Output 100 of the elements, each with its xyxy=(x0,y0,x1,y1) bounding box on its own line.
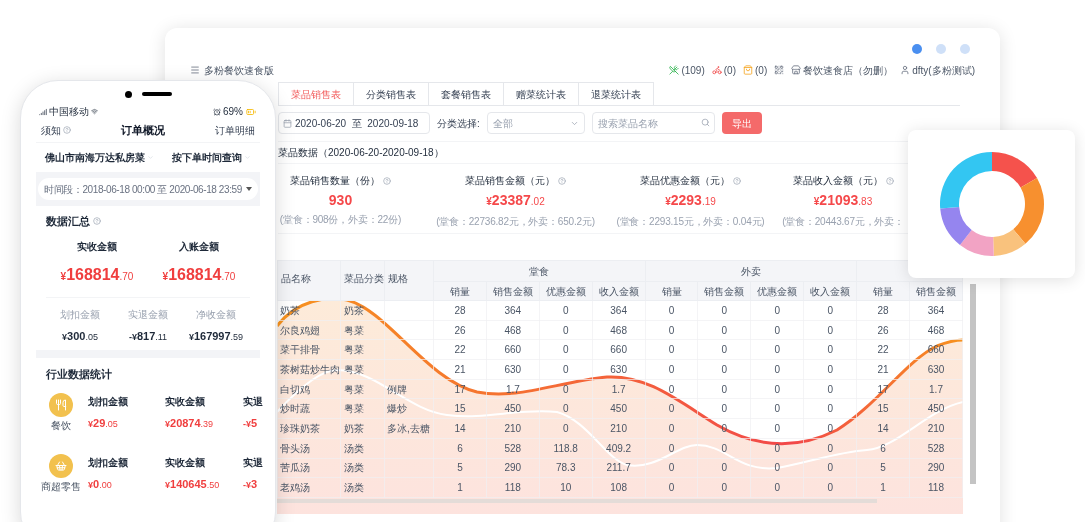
alarm-icon xyxy=(213,107,221,116)
table-cell: 450 xyxy=(504,403,522,415)
vertical-scrollbar[interactable] xyxy=(970,284,976,484)
table-cell: 28 xyxy=(877,304,889,316)
table-cell: 0 xyxy=(668,383,675,395)
column-header: 销售金额 xyxy=(916,285,956,297)
table-cell: 528 xyxy=(504,442,522,454)
table-cell: 468 xyxy=(927,324,945,336)
store-dropdown[interactable]: 佛山市南海万达私房菜 xyxy=(45,150,154,165)
menu-icon[interactable] xyxy=(190,65,200,75)
user-header-button[interactable]: dfty(多粉测试) xyxy=(900,62,975,78)
query-mode-dropdown[interactable]: 按下单时间查询 xyxy=(172,150,251,165)
amount-label: 实退金额 xyxy=(128,308,168,321)
column-header: 收入金额 xyxy=(598,285,639,297)
table-cell: 17 xyxy=(454,383,466,395)
table-cell: 0 xyxy=(668,403,675,415)
table-cell: 骨头汤 xyxy=(280,442,310,454)
table-cell: 6 xyxy=(457,442,463,454)
search-icon xyxy=(700,118,710,127)
table-cell: 660 xyxy=(927,344,945,356)
table-cell: 468 xyxy=(504,324,522,336)
scooter-header-button[interactable]: (0) xyxy=(711,62,736,78)
table-cell: 茶树菇炒牛肉 xyxy=(280,363,340,375)
table-cell: 630 xyxy=(504,363,522,375)
table-cell: 14 xyxy=(877,422,889,434)
column-header: 优惠金额 xyxy=(545,285,586,297)
table-cell: 0 xyxy=(774,442,781,454)
table-cell: 364 xyxy=(504,304,522,316)
notice-link[interactable]: 须知 xyxy=(41,122,61,138)
table-cell: 苦瓜汤 xyxy=(280,462,310,474)
table-cell: 0 xyxy=(774,383,781,395)
table-cell: 0 xyxy=(562,383,569,395)
table-cell: 0 xyxy=(721,442,728,454)
table-cell: 0 xyxy=(774,462,781,474)
table-cell: 660 xyxy=(504,344,522,356)
table-cell: 0 xyxy=(721,422,728,434)
info-icon xyxy=(93,217,101,225)
table-cell: 0 xyxy=(774,422,781,434)
table-cell: 290 xyxy=(927,462,945,474)
table-cell: 630 xyxy=(610,363,627,375)
column-header: 销售金额 xyxy=(704,285,745,297)
stat-value: ¥2293.19 xyxy=(665,192,716,210)
date-range-field[interactable]: 2020-06-20 至 2020-09-18 xyxy=(278,112,430,134)
table-cell: 白切鸡 xyxy=(280,383,310,395)
table-cell: 290 xyxy=(504,462,522,474)
table-cell: 10 xyxy=(560,482,572,494)
table-cell: 0 xyxy=(721,344,728,356)
time-range-dropdown[interactable]: 时间段：2018-06-18 00:00 至 2020-06-18 23:59 xyxy=(38,178,258,200)
table-cell: 21 xyxy=(454,363,466,375)
amount-value: -¥817.11 xyxy=(128,329,168,344)
metric-label: 划扣金额 xyxy=(88,456,129,469)
table-cell: 0 xyxy=(668,442,675,454)
table-cell: 118.8 xyxy=(553,442,578,454)
table-cell: 5 xyxy=(880,462,886,474)
table-cell: 菜干排骨 xyxy=(280,344,320,356)
table-cell: 0 xyxy=(774,344,781,356)
signal-icon xyxy=(39,107,47,116)
date-range-text: 2020-06-20 至 2020-09-18 xyxy=(295,116,419,131)
table-cell: 630 xyxy=(927,363,945,375)
metric-value: -¥3 xyxy=(243,477,259,492)
horizontal-scrollbar[interactable] xyxy=(277,498,877,503)
speaker-icon xyxy=(141,92,172,96)
calendar-icon xyxy=(283,118,292,128)
group-header: 堂食 xyxy=(529,265,550,277)
stat-label: 菜品销售金额（元） xyxy=(465,174,555,187)
column-header: 收入金额 xyxy=(810,285,851,297)
table-cell: 例牌 xyxy=(387,383,407,395)
table-cell: 0 xyxy=(562,304,569,316)
table-cell: 21 xyxy=(877,363,889,375)
order-detail-link[interactable]: 订单明细 xyxy=(215,122,255,138)
bag-header-button[interactable]: (0) xyxy=(743,62,768,78)
table-cell: 660 xyxy=(610,344,627,356)
metric-label: 划扣金额 xyxy=(88,395,129,408)
table-cell: 0 xyxy=(562,363,569,375)
industry-name: 商超零售 xyxy=(41,480,81,493)
table-cell: 多冰,去糖 xyxy=(387,422,430,434)
table-cell: 210 xyxy=(504,422,522,434)
camera-icon xyxy=(124,90,132,98)
amount-value: ¥300.05 xyxy=(62,329,98,344)
tab[interactable]: 退菜统计表 xyxy=(578,82,654,105)
info-icon xyxy=(63,126,71,134)
search-field[interactable]: 搜索菜品名称 xyxy=(591,112,715,134)
table-cell: 奶茶 xyxy=(344,304,364,316)
table-cell: 0 xyxy=(827,403,833,415)
amount-value: ¥167997.59 xyxy=(188,329,244,344)
table-cell: 爆炒 xyxy=(387,403,407,415)
stat-detail: (堂食：908份，外卖：22份) xyxy=(279,213,402,226)
table-cell: 0 xyxy=(668,363,675,375)
table-cell: 211.7 xyxy=(606,462,631,474)
store-header-button[interactable]: 餐饮速食店（勿删） xyxy=(791,62,894,78)
stat-value: ¥23387.02 xyxy=(486,192,545,210)
battery-icon xyxy=(245,106,257,117)
utensils-header-button[interactable]: (109) xyxy=(669,62,705,78)
table-cell: 210 xyxy=(610,422,627,434)
table-cell: 0 xyxy=(668,344,675,356)
table-cell: 108 xyxy=(610,482,627,494)
table-cell: 老鸡汤 xyxy=(280,482,310,494)
table-cell: 粤菜 xyxy=(344,344,364,356)
table-cell: 118 xyxy=(928,482,944,494)
bag-icon xyxy=(743,65,753,75)
